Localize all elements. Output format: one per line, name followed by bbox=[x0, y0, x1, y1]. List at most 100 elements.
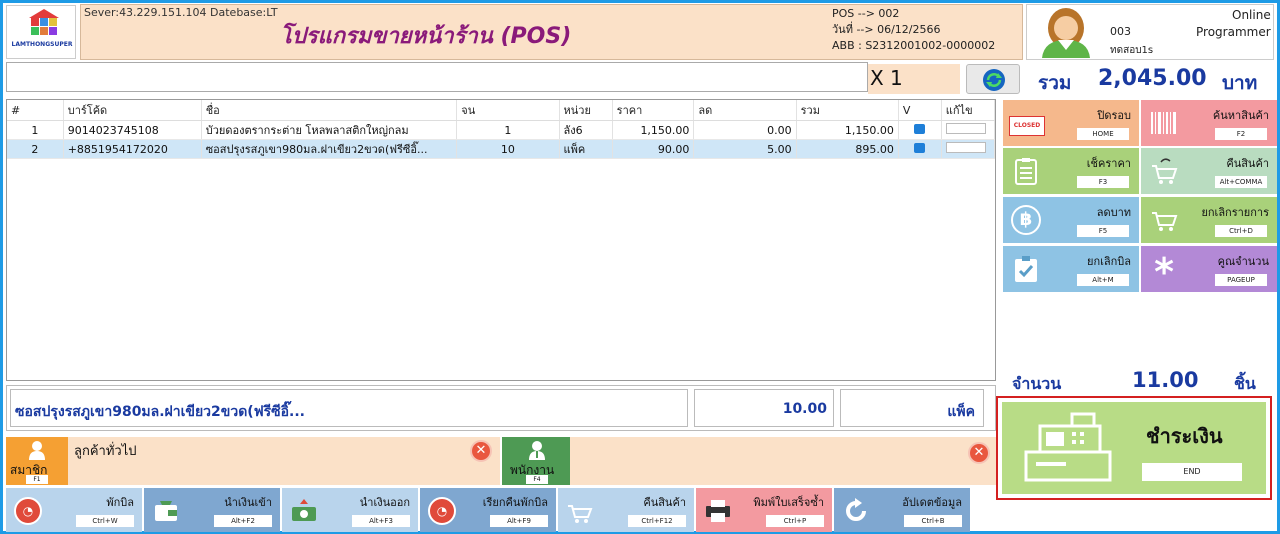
button-label: ยกเลิกบิล bbox=[1087, 255, 1131, 268]
cell-no: 2 bbox=[7, 139, 64, 159]
cell-qty: 1 bbox=[456, 120, 560, 140]
row-checkbox[interactable] bbox=[914, 123, 926, 134]
pos-abb: ABB : S2312001002-0000002 bbox=[832, 39, 996, 52]
col-total[interactable]: รวม bbox=[796, 100, 899, 121]
discount-baht-button[interactable]: ฿ ลดบาท F5 bbox=[1003, 197, 1139, 243]
recall-bill-button[interactable]: ◔ เรียกคืนพักบิล Alt+F9 bbox=[420, 488, 556, 532]
avatar bbox=[1030, 6, 1102, 58]
printer-icon bbox=[706, 500, 730, 522]
clear-customer-button[interactable]: ✕ bbox=[470, 440, 492, 462]
barcode-icon bbox=[1151, 112, 1176, 134]
table-row[interactable]: 1 9014023745108 บัวยดองตรากระต่าย โหลพลา… bbox=[7, 120, 996, 140]
edit-field[interactable] bbox=[945, 142, 986, 153]
cell-v[interactable] bbox=[898, 139, 942, 159]
col-discount[interactable]: ลด bbox=[693, 100, 797, 121]
button-shortcut: Ctrl+B bbox=[904, 515, 962, 527]
cancel-bill-button[interactable]: ยกเลิกบิล Alt+M bbox=[1003, 246, 1139, 292]
cell-edit[interactable] bbox=[941, 139, 996, 159]
member-button[interactable]: สมาชิก F1 bbox=[6, 437, 68, 485]
refresh-button[interactable] bbox=[966, 64, 1020, 94]
clear-employee-button[interactable]: ✕ bbox=[968, 442, 990, 464]
col-edit[interactable]: แก้ไข bbox=[941, 100, 996, 121]
cart-return-icon bbox=[568, 505, 593, 523]
cell-v[interactable] bbox=[898, 120, 942, 140]
total-currency: บาท bbox=[1222, 72, 1258, 94]
button-label: คืนสินค้า bbox=[643, 496, 686, 509]
button-label: ปิดรอบ bbox=[1097, 109, 1131, 122]
multiply-qty-button[interactable]: * คูณจำนวน PAGEUP bbox=[1141, 246, 1277, 292]
cash-in-button[interactable]: นำเงินเข้า Alt+F2 bbox=[144, 488, 280, 532]
cell-name: ซอสปรุงรสภูเขา980มล.ฝาเขียว2ขวด(ฟรีซีอิ๊… bbox=[201, 139, 458, 159]
member-shortcut: F1 bbox=[26, 475, 48, 484]
button-label: พิมพ์ใบเสร็จซ้ำ bbox=[753, 496, 824, 509]
search-product-button[interactable]: ค้นหาสินค้า F2 bbox=[1141, 100, 1277, 146]
close-shift-button[interactable]: CLOSED ปิดรอบ HOME bbox=[1003, 100, 1139, 146]
button-shortcut: Ctrl+D bbox=[1215, 225, 1267, 237]
items-grid[interactable]: # บาร์โค้ด ชื่อ จน หน่วย ราคา ลด รวม V แ… bbox=[6, 99, 996, 381]
cell-no: 1 bbox=[7, 120, 64, 140]
person-icon bbox=[29, 441, 45, 460]
row-checkbox[interactable] bbox=[914, 142, 926, 153]
button-shortcut: PAGEUP bbox=[1215, 274, 1267, 286]
button-label: นำเงินออก bbox=[359, 496, 410, 509]
pay-label: ชำระเงิน bbox=[1146, 424, 1223, 448]
employee-button[interactable]: พนักงาน F4 bbox=[502, 437, 570, 485]
pay-shortcut: END bbox=[1142, 463, 1242, 481]
cancel-item-button[interactable]: ยกเลิกรายการ Ctrl+D bbox=[1141, 197, 1277, 243]
baht-icon: ฿ bbox=[1011, 205, 1041, 235]
timer-icon: ◔ bbox=[14, 497, 42, 525]
col-barcode[interactable]: บาร์โค้ด bbox=[63, 100, 202, 121]
button-label: คืนสินค้า bbox=[1226, 157, 1269, 170]
table-row[interactable]: 2 +8851954172020 ซอสปรุงรสภูเขา980มล.ฝาเ… bbox=[7, 139, 996, 159]
hold-bill-button[interactable]: ◔ พักบิล Ctrl+W bbox=[6, 488, 142, 532]
quantity-unit: ชิ้น bbox=[1234, 374, 1256, 393]
detail-unit: แพ็ค bbox=[840, 389, 984, 427]
button-shortcut: Ctrl+P bbox=[766, 515, 824, 527]
multiplier-display: X 1 bbox=[868, 64, 960, 94]
button-shortcut: Alt+F9 bbox=[490, 515, 548, 527]
cell-qty: 10 bbox=[456, 139, 560, 159]
col-unit[interactable]: หน่วย bbox=[559, 100, 613, 121]
col-qty[interactable]: จน bbox=[456, 100, 560, 121]
col-v[interactable]: V bbox=[898, 100, 942, 121]
col-price[interactable]: ราคา bbox=[612, 100, 695, 121]
user-status: Online bbox=[1232, 8, 1271, 22]
cell-price: 1,150.00 bbox=[612, 120, 695, 140]
employee-panel bbox=[570, 437, 996, 485]
button-label: ลดบาท bbox=[1096, 206, 1131, 219]
return-product-bottom-button[interactable]: คืนสินค้า Ctrl+F12 bbox=[558, 488, 694, 532]
cash-out-button[interactable]: นำเงินออก Alt+F3 bbox=[282, 488, 418, 532]
reprint-receipt-button[interactable]: พิมพ์ใบเสร็จซ้ำ Ctrl+P bbox=[696, 488, 832, 532]
employee-shortcut: F4 bbox=[526, 475, 548, 484]
col-no[interactable]: # bbox=[7, 100, 64, 121]
button-shortcut: Alt+F3 bbox=[352, 515, 410, 527]
clipboard-check-icon bbox=[1015, 256, 1037, 282]
cell-price: 90.00 bbox=[612, 139, 695, 159]
user-code: 003 bbox=[1110, 25, 1131, 38]
closed-icon: CLOSED bbox=[1009, 116, 1045, 136]
button-label: นำเงินเข้า bbox=[224, 496, 272, 509]
asterisk-icon: * bbox=[1154, 250, 1174, 294]
total-value: 2,045.00 bbox=[1098, 66, 1207, 91]
check-price-button[interactable]: เช็คราคา F3 bbox=[1003, 148, 1139, 194]
barcode-input[interactable] bbox=[6, 62, 868, 92]
col-name[interactable]: ชื่อ bbox=[201, 100, 458, 121]
button-label: เรียกคืนพักบิล bbox=[482, 496, 548, 509]
button-label: เช็คราคา bbox=[1086, 157, 1131, 170]
button-shortcut: F3 bbox=[1077, 176, 1129, 188]
update-data-button[interactable]: อัปเดตข้อมูล Ctrl+B bbox=[834, 488, 970, 532]
detail-qty: 10.00 bbox=[694, 389, 834, 427]
button-shortcut: F2 bbox=[1215, 128, 1267, 140]
cell-barcode: +8851954172020 bbox=[63, 139, 202, 159]
return-product-button[interactable]: คืนสินค้า Alt+COMMA bbox=[1141, 148, 1277, 194]
quantity-label: จำนวน bbox=[1012, 374, 1062, 393]
cell-name: บัวยดองตรากระต่าย โหลพลาสติกใหญ่กลม bbox=[201, 120, 458, 140]
cell-edit[interactable] bbox=[941, 120, 996, 140]
button-label: ยกเลิกรายการ bbox=[1201, 206, 1269, 219]
total-label: รวม bbox=[1038, 72, 1072, 94]
button-shortcut: HOME bbox=[1077, 128, 1129, 140]
cell-discount: 5.00 bbox=[693, 139, 797, 159]
button-shortcut: F5 bbox=[1077, 225, 1129, 237]
edit-field[interactable] bbox=[945, 123, 986, 134]
refresh-icon bbox=[983, 69, 1005, 91]
